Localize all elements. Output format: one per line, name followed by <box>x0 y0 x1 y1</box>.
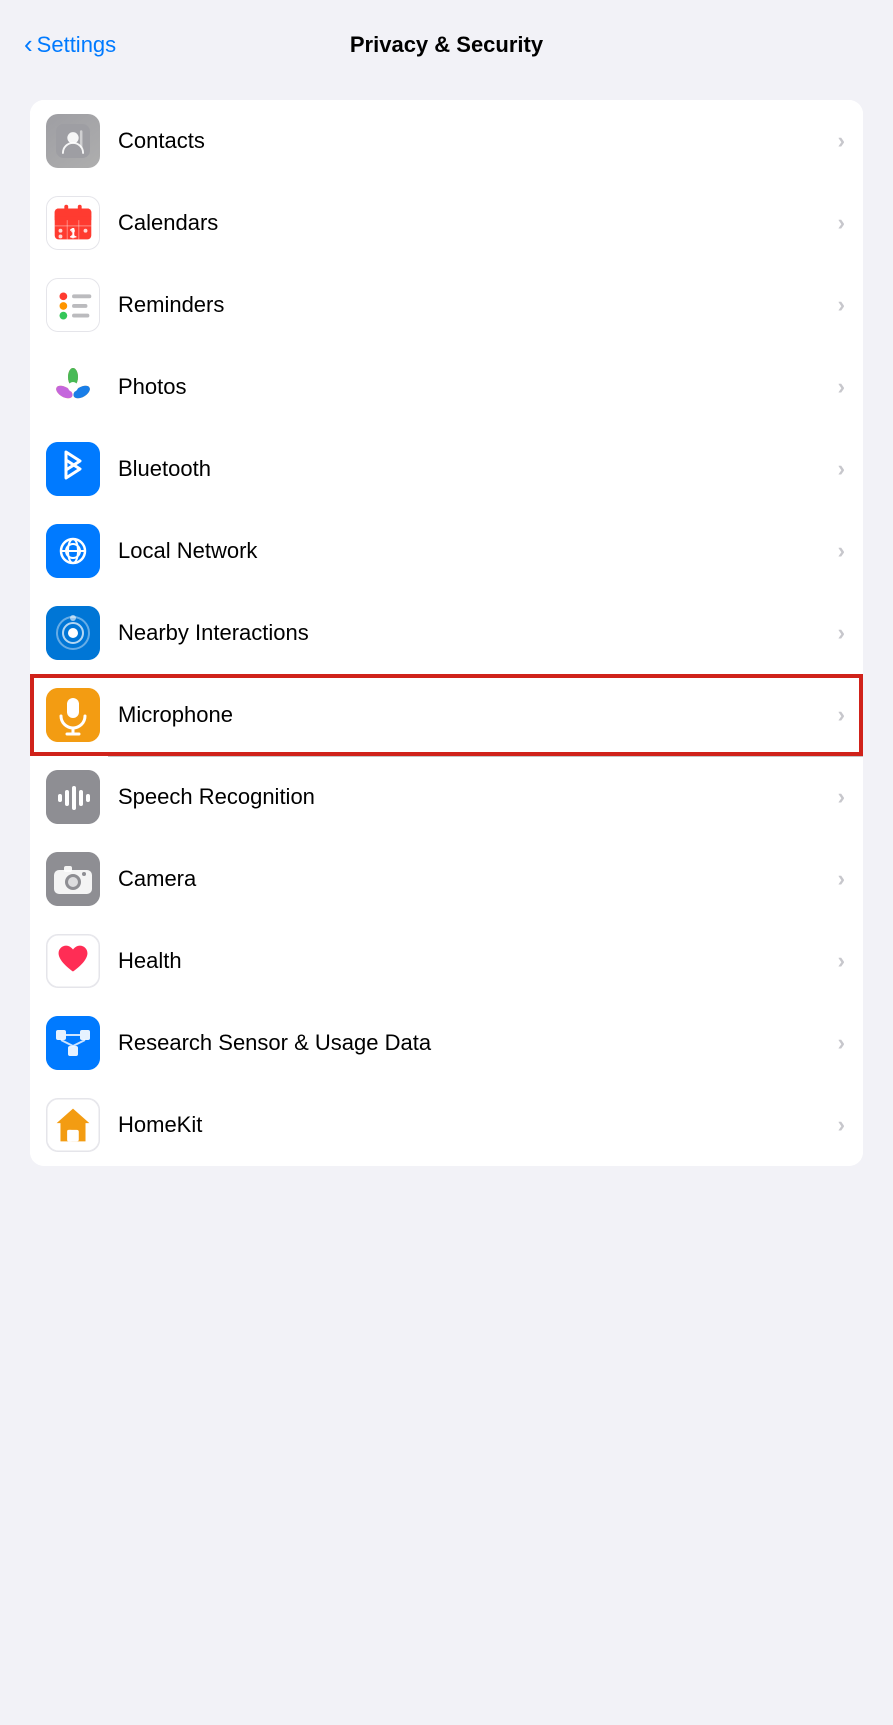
reminders-chevron: › <box>838 292 845 318</box>
list-item-local-network[interactable]: Local Network › <box>30 510 863 592</box>
back-button[interactable]: ‹ Settings <box>24 31 116 60</box>
contacts-chevron: › <box>838 128 845 154</box>
local-network-icon <box>46 524 100 578</box>
back-label: Settings <box>37 32 117 58</box>
photos-label: Photos <box>118 374 838 400</box>
settings-list: Contacts › 1 Ca <box>30 100 863 1166</box>
calendars-chevron: › <box>838 210 845 236</box>
list-item-homekit[interactable]: HomeKit › <box>30 1084 863 1166</box>
nearby-interactions-chevron: › <box>838 620 845 646</box>
camera-icon <box>46 852 100 906</box>
nearby-interactions-icon <box>46 606 100 660</box>
homekit-icon <box>46 1098 100 1152</box>
list-item-microphone[interactable]: Microphone › <box>30 674 863 756</box>
contacts-icon <box>46 114 100 168</box>
research-sensor-label: Research Sensor & Usage Data <box>118 1030 838 1056</box>
calendars-icon: 1 <box>46 196 100 250</box>
list-item-reminders[interactable]: Reminders › <box>30 264 863 346</box>
bluetooth-label: Bluetooth <box>118 456 838 482</box>
list-item-bluetooth[interactable]: Bluetooth › <box>30 428 863 510</box>
calendars-label: Calendars <box>118 210 838 236</box>
list-item-speech-recognition[interactable]: Speech Recognition › <box>30 756 863 838</box>
reminders-icon <box>46 278 100 332</box>
list-item-nearby-interactions[interactable]: Nearby Interactions › <box>30 592 863 674</box>
homekit-chevron: › <box>838 1112 845 1138</box>
photos-icon <box>46 360 100 414</box>
navigation-bar: ‹ Settings Privacy & Security <box>0 0 893 90</box>
health-chevron: › <box>838 948 845 974</box>
list-item-health[interactable]: Health › <box>30 920 863 1002</box>
list-item-camera[interactable]: Camera › <box>30 838 863 920</box>
health-icon <box>46 934 100 988</box>
reminders-label: Reminders <box>118 292 838 318</box>
microphone-label: Microphone <box>118 702 838 728</box>
microphone-chevron: › <box>838 702 845 728</box>
camera-chevron: › <box>838 866 845 892</box>
camera-label: Camera <box>118 866 838 892</box>
bluetooth-icon <box>46 442 100 496</box>
back-chevron-icon: ‹ <box>24 29 33 60</box>
research-sensor-chevron: › <box>838 1030 845 1056</box>
contacts-label: Contacts <box>118 128 838 154</box>
speech-recognition-icon <box>46 770 100 824</box>
page-title: Privacy & Security <box>350 32 543 58</box>
photos-chevron: › <box>838 374 845 400</box>
homekit-label: HomeKit <box>118 1112 838 1138</box>
list-item-photos[interactable]: Photos › <box>30 346 863 428</box>
list-item-calendars[interactable]: 1 Calendars › <box>30 182 863 264</box>
list-item-research-sensor[interactable]: Research Sensor & Usage Data › <box>30 1002 863 1084</box>
nearby-interactions-label: Nearby Interactions <box>118 620 838 646</box>
speech-recognition-label: Speech Recognition <box>118 784 838 810</box>
bluetooth-chevron: › <box>838 456 845 482</box>
local-network-label: Local Network <box>118 538 838 564</box>
local-network-chevron: › <box>838 538 845 564</box>
speech-recognition-chevron: › <box>838 784 845 810</box>
microphone-icon <box>46 688 100 742</box>
health-label: Health <box>118 948 838 974</box>
list-item-contacts[interactable]: Contacts › <box>30 100 863 182</box>
research-sensor-icon <box>46 1016 100 1070</box>
